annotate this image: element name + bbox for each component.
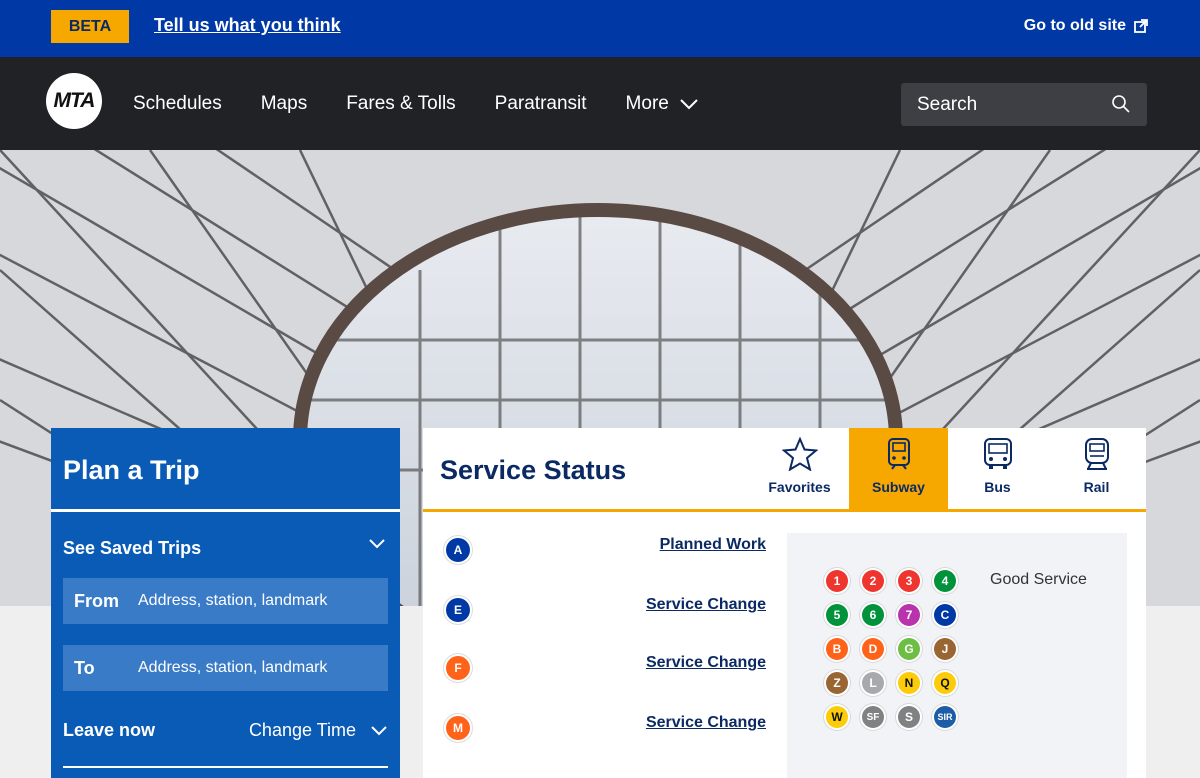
plan-trip-panel: Plan a Trip See Saved Trips From To Leav… bbox=[51, 428, 400, 778]
leave-time-row: Leave now Change Time bbox=[63, 720, 388, 741]
tab-subway[interactable]: Subway bbox=[849, 428, 948, 509]
beta-bar: BETA Tell us what you think Go to old si… bbox=[0, 0, 1200, 57]
external-link-icon bbox=[1134, 19, 1148, 33]
line-bullet-2[interactable]: 2 bbox=[862, 570, 884, 592]
star-icon bbox=[781, 437, 818, 471]
tab-favorites-label: Favorites bbox=[768, 479, 831, 495]
search-input[interactable] bbox=[915, 92, 1099, 117]
chevron-down-icon bbox=[680, 99, 698, 110]
nav-schedules[interactable]: Schedules bbox=[133, 93, 222, 115]
line-bullet-sir[interactable]: SIR bbox=[934, 706, 956, 728]
from-field[interactable]: From bbox=[63, 578, 388, 624]
line-bullet-z[interactable]: Z bbox=[826, 672, 848, 694]
line-status-row: E Service Change bbox=[446, 596, 766, 626]
tab-bus-label: Bus bbox=[984, 479, 1011, 495]
from-label: From bbox=[74, 590, 119, 611]
from-input[interactable] bbox=[136, 591, 370, 611]
service-change-link[interactable]: Service Change bbox=[646, 654, 766, 672]
old-site-label: Go to old site bbox=[1023, 17, 1126, 34]
subway-icon bbox=[887, 438, 910, 470]
planned-work-link[interactable]: Planned Work bbox=[660, 536, 766, 554]
service-status-title: Service Status bbox=[440, 455, 627, 485]
plan-trip-title: Plan a Trip bbox=[63, 455, 200, 485]
line-bullet-3[interactable]: 3 bbox=[898, 570, 920, 592]
bus-icon bbox=[983, 438, 1012, 469]
line-bullet-7[interactable]: 7 bbox=[898, 604, 920, 626]
line-bullet-f[interactable]: F bbox=[446, 656, 470, 680]
line-status-row: F Service Change bbox=[446, 654, 766, 684]
nav-more-label: More bbox=[625, 93, 669, 114]
to-field[interactable]: To bbox=[63, 645, 388, 691]
line-bullet-5[interactable]: 5 bbox=[826, 604, 848, 626]
line-bullet-w[interactable]: W bbox=[826, 706, 848, 728]
line-bullet-1[interactable]: 1 bbox=[826, 570, 848, 592]
line-bullet-a[interactable]: A bbox=[446, 538, 470, 562]
line-bullet-g[interactable]: G bbox=[898, 638, 920, 660]
nav-paratransit[interactable]: Paratransit bbox=[495, 93, 587, 115]
main-nav: MTA Schedules Maps Fares & Tolls Paratra… bbox=[0, 57, 1200, 150]
old-site-link[interactable]: Go to old site bbox=[1024, 17, 1148, 35]
to-input[interactable] bbox=[136, 658, 370, 678]
search-icon[interactable] bbox=[1111, 94, 1131, 114]
nav-more[interactable]: More bbox=[626, 93, 699, 115]
line-bullet-j[interactable]: J bbox=[934, 638, 956, 660]
chevron-down-icon[interactable] bbox=[368, 538, 386, 550]
line-bullet-sf[interactable]: SF bbox=[862, 706, 884, 728]
line-status-row: A Planned Work bbox=[446, 536, 766, 566]
status-tab-underline bbox=[423, 509, 1146, 512]
line-bullet-q[interactable]: Q bbox=[934, 672, 956, 694]
beta-badge: BETA bbox=[51, 10, 129, 43]
tab-bus[interactable]: Bus bbox=[948, 428, 1047, 509]
nav-fares-tolls[interactable]: Fares & Tolls bbox=[346, 93, 455, 115]
to-label: To bbox=[74, 657, 95, 678]
tab-rail[interactable]: Rail bbox=[1047, 428, 1146, 509]
tab-rail-label: Rail bbox=[1083, 479, 1110, 495]
line-bullet-n[interactable]: N bbox=[898, 672, 920, 694]
rail-icon bbox=[1084, 438, 1109, 470]
line-bullet-l[interactable]: L bbox=[862, 672, 884, 694]
status-tabs: Favorites Subway Bus Rail bbox=[750, 428, 1146, 509]
line-bullet-e[interactable]: E bbox=[446, 598, 470, 622]
mta-logo[interactable]: MTA bbox=[46, 73, 102, 129]
saved-trips-toggle[interactable]: See Saved Trips bbox=[63, 538, 201, 559]
tab-favorites[interactable]: Favorites bbox=[750, 428, 849, 509]
line-bullet-c[interactable]: C bbox=[934, 604, 956, 626]
good-service-label: Good Service bbox=[990, 571, 1087, 588]
feedback-link[interactable]: Tell us what you think bbox=[154, 15, 341, 36]
change-time-label: Change Time bbox=[248, 720, 356, 740]
line-status-row: M Service Change bbox=[446, 714, 766, 744]
service-change-link[interactable]: Service Change bbox=[646, 714, 766, 732]
line-bullet-b[interactable]: B bbox=[826, 638, 848, 660]
change-time-button[interactable]: Change Time bbox=[249, 720, 388, 741]
chevron-down-icon bbox=[371, 725, 387, 735]
line-bullet-d[interactable]: D bbox=[862, 638, 884, 660]
service-change-link[interactable]: Service Change bbox=[646, 596, 766, 614]
plan-bottom-divider bbox=[63, 766, 388, 768]
nav-maps[interactable]: Maps bbox=[261, 93, 307, 115]
good-service-panel: 1 2 3 4 5 6 7 C B D G J Z L N Q W SF S S… bbox=[787, 533, 1127, 778]
line-bullet-4[interactable]: 4 bbox=[934, 570, 956, 592]
line-bullet-m[interactable]: M bbox=[446, 716, 470, 740]
search-box[interactable] bbox=[901, 83, 1147, 126]
line-bullet-6[interactable]: 6 bbox=[862, 604, 884, 626]
line-bullet-s[interactable]: S bbox=[898, 706, 920, 728]
plan-divider bbox=[51, 509, 400, 512]
nav-items: Schedules Maps Fares & Tolls Paratransit… bbox=[133, 93, 738, 115]
tab-subway-label: Subway bbox=[872, 479, 925, 495]
leave-now-label: Leave now bbox=[63, 720, 156, 740]
service-status-panel: Service Status Favorites Subway Bus Rail… bbox=[423, 428, 1146, 778]
